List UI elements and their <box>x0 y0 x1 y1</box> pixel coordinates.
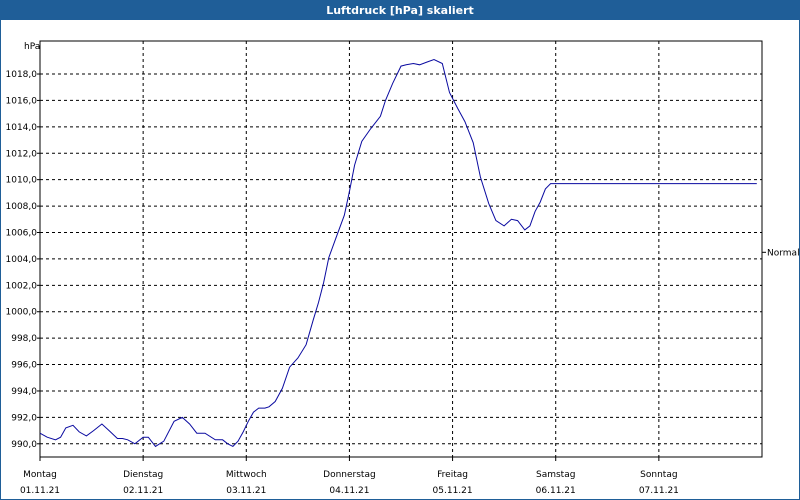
x-tick-day-label: Sonntag <box>640 470 677 480</box>
reference-label: Normal <box>767 248 799 258</box>
x-axis-ticks: Montag 01.11.21 Dienstag 02.11.21 Mittwoch 03… <box>20 457 679 496</box>
x-tick-date-label: 04.11.21 <box>329 486 369 496</box>
x-tick-day-label: Samstag <box>536 470 575 480</box>
y-tick-label: 998,0 <box>11 334 37 344</box>
y-axis-ticks: 990,0 992,0 994,0 996,0 998,0 1000,0 1002,0 100… <box>6 70 40 450</box>
x-tick-day-label: Freitag <box>437 470 468 480</box>
chart-window: Luftdruck [hPa] skaliert 990,0 992,0 994,0… <box>0 0 800 500</box>
y-tick-label: 1002,0 <box>6 281 38 291</box>
x-tick-date-label: 05.11.21 <box>433 486 473 496</box>
x-tick-day-label: Mittwoch <box>226 470 267 480</box>
x-tick-date-label: 06.11.21 <box>536 486 576 496</box>
y-tick-label: 1016,0 <box>6 96 38 106</box>
y-tick-label: 1006,0 <box>6 228 38 238</box>
y-tick-label: 992,0 <box>11 413 37 423</box>
x-tick-date-label: 01.11.21 <box>20 486 60 496</box>
y-tick-label: 996,0 <box>11 361 37 371</box>
y-tick-label: 1012,0 <box>6 149 38 159</box>
x-tick-day-label: Donnerstag <box>323 470 376 480</box>
plot-area <box>39 40 763 458</box>
y-tick-label: 1018,0 <box>6 70 38 80</box>
x-tick-date-label: 02.11.21 <box>123 486 163 496</box>
x-tick-date-label: 07.11.21 <box>639 486 679 496</box>
x-tick-date-label: 03.11.21 <box>226 486 266 496</box>
y-tick-label: 1010,0 <box>6 176 38 186</box>
y-tick-label: 1014,0 <box>6 123 38 133</box>
y-tick-label: 1008,0 <box>6 202 38 212</box>
x-tick-day-label: Dienstag <box>123 470 163 480</box>
y-axis-unit-label: hPa <box>24 42 40 52</box>
y-tick-label: 994,0 <box>11 387 37 397</box>
y-tick-label: 1004,0 <box>6 255 38 265</box>
y-tick-label: 990,0 <box>11 440 37 450</box>
reference-line: Normal <box>762 248 799 258</box>
chart-canvas: 990,0 992,0 994,0 996,0 998,0 1000,0 1002,0 100… <box>6 40 799 496</box>
x-tick-day-label: Montag <box>23 470 57 480</box>
y-tick-label: 1000,0 <box>6 308 38 318</box>
